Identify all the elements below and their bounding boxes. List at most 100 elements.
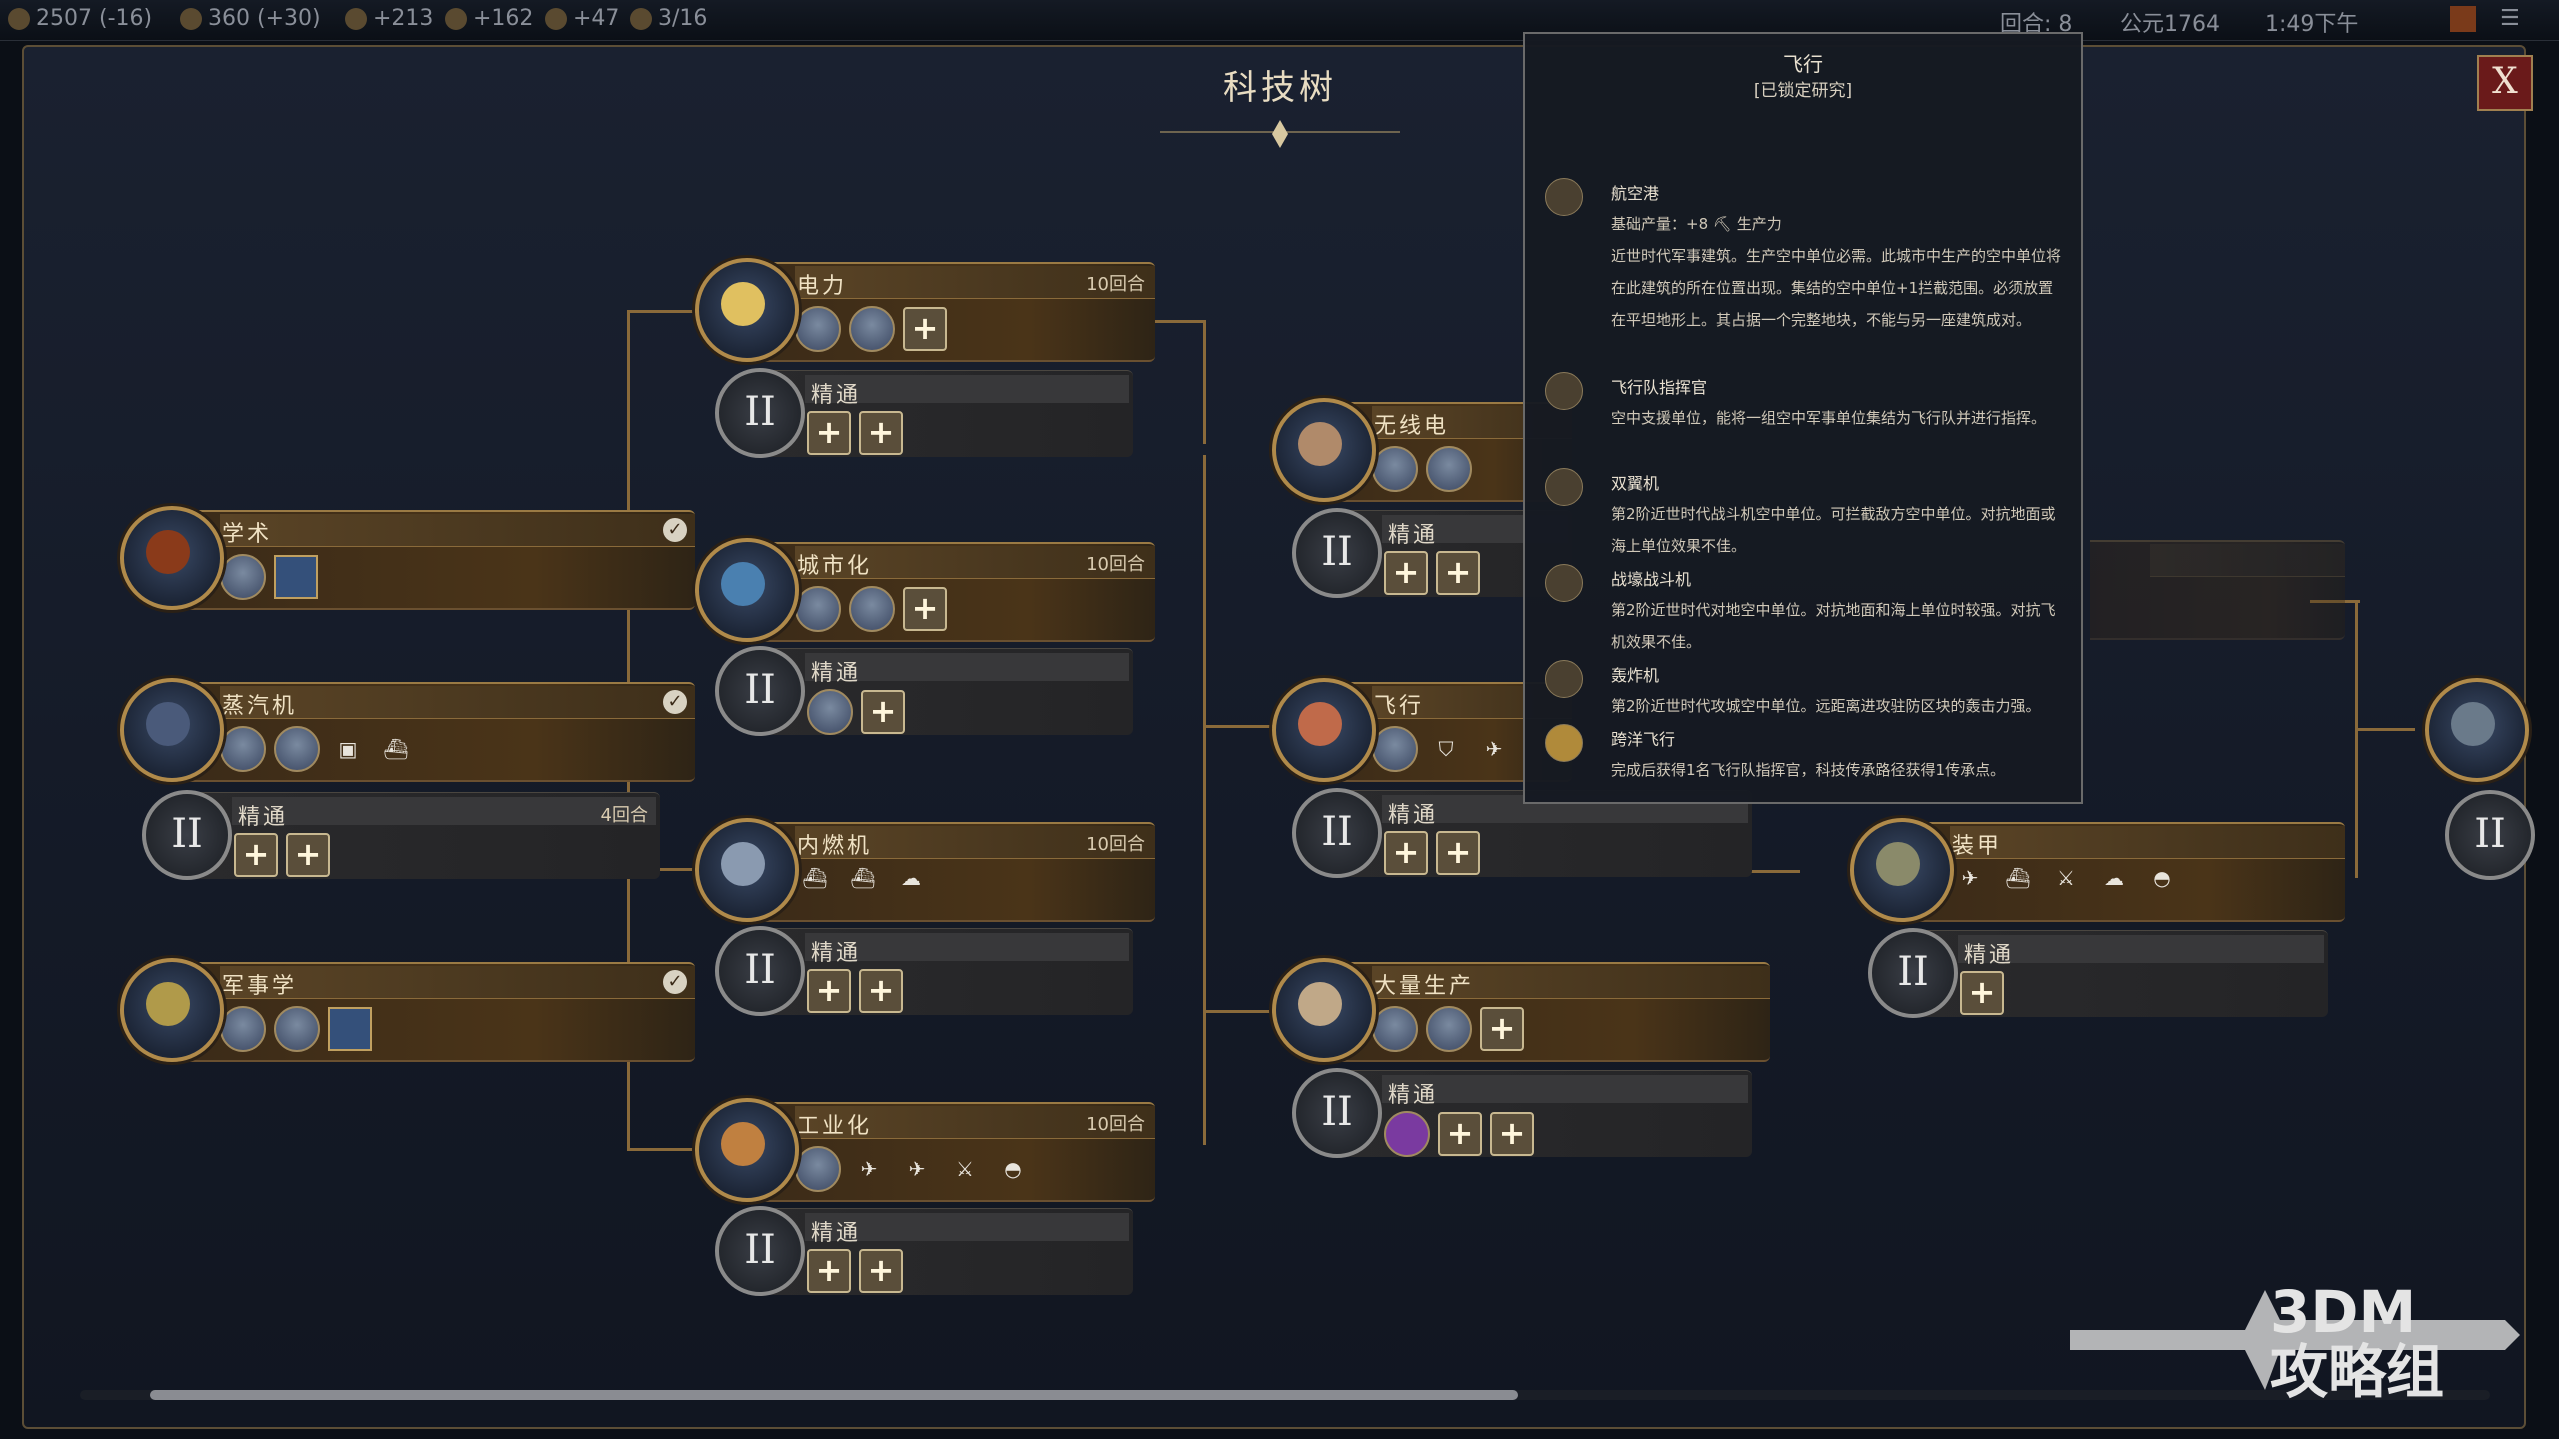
tech-name: 城市化 [797, 554, 873, 579]
building-icon[interactable] [795, 586, 841, 632]
mastery-label: 精通 [1388, 803, 1439, 828]
bonus-plus-icon[interactable]: + [1436, 551, 1480, 595]
building-icon[interactable] [274, 726, 320, 772]
battleship-icon[interactable]: ⛴ [795, 866, 835, 890]
connector [1203, 320, 1206, 444]
bonus-plus-icon[interactable]: + [807, 969, 851, 1013]
lightbulb-icon [695, 258, 799, 362]
building-icon[interactable] [220, 726, 266, 772]
building-icon[interactable] [795, 1146, 841, 1192]
tank-icon[interactable]: ☁ [2094, 866, 2134, 890]
cities-resource[interactable]: 3/16 [630, 6, 707, 31]
science-icon [180, 7, 202, 30]
tech-tooltip: 飞行 [已锁定研究] 航空港 基础产量：+8 ⛏ 生产力 近世时代军事建筑。生产… [1523, 32, 2083, 804]
steam-engine-icon [120, 678, 224, 782]
bonus-plus-icon[interactable]: + [1480, 1007, 1524, 1051]
factory-icon [695, 1098, 799, 1202]
tech-name: 装甲 [1952, 834, 2003, 859]
connector [1203, 1010, 1273, 1013]
bonus-plus-icon[interactable]: + [859, 969, 903, 1013]
gem-icon[interactable] [1384, 1111, 1430, 1157]
bonus-plus-icon[interactable]: + [903, 587, 947, 631]
mastery-label: 精通 [811, 1221, 862, 1246]
bonus-plus-icon[interactable]: + [859, 411, 903, 455]
bonus-plus-icon[interactable]: + [807, 1249, 851, 1293]
building-icon[interactable] [220, 554, 266, 600]
ship-unit-icon[interactable]: ⛴ [1998, 866, 2038, 890]
researched-check-icon: ✓ [663, 690, 687, 714]
biplane-icon[interactable]: ✈ [1474, 737, 1514, 761]
mastery-numeral: II [142, 790, 232, 880]
food-resource[interactable]: +47 [545, 6, 619, 31]
bonus-plus-icon[interactable]: + [859, 1249, 903, 1293]
helmet-icon[interactable]: ◓ [993, 1157, 1033, 1181]
faith-resource[interactable]: +213 [345, 6, 433, 31]
tech-name: 蒸汽机 [222, 694, 298, 719]
building-icon[interactable] [1372, 1006, 1418, 1052]
entry-name: 战壕战斗机 [1611, 570, 1692, 589]
bonus-plus-icon[interactable]: + [234, 833, 278, 877]
menu-icon[interactable]: ☰ [2500, 6, 2520, 31]
transoceanic-icon [1545, 724, 1583, 762]
building-icon[interactable] [849, 306, 895, 352]
bonus-plus-icon[interactable]: + [1438, 1112, 1482, 1156]
mastery-label: 精通 [1388, 1083, 1439, 1108]
bonus-plus-icon[interactable]: + [1960, 971, 2004, 1015]
clock-display: 1:49下午 [2265, 12, 2359, 37]
building-icon[interactable] [1372, 446, 1418, 492]
wonder-icon[interactable] [328, 1007, 372, 1051]
help-icon[interactable] [2450, 6, 2476, 32]
culture-resource[interactable]: +162 [445, 6, 533, 31]
mastery-numeral: II [715, 368, 805, 458]
bonus-plus-icon[interactable]: + [1384, 831, 1428, 875]
bonus-plus-icon[interactable]: + [1384, 551, 1428, 595]
gold-resource[interactable]: 2507 (-16) [8, 6, 152, 31]
bonus-plus-icon[interactable]: + [903, 307, 947, 351]
squadron-icon [1545, 372, 1583, 410]
scrollbar-thumb[interactable] [150, 1390, 1518, 1400]
close-button[interactable]: X [2477, 55, 2533, 111]
building-icon[interactable] [274, 1006, 320, 1052]
ship-unit-icon[interactable]: ⛴ [376, 737, 416, 761]
building-icon[interactable] [1372, 726, 1418, 772]
building-icon[interactable] [849, 586, 895, 632]
mastery-numeral: II [1292, 1068, 1382, 1158]
mastery-numeral: II [1292, 508, 1382, 598]
helmet-icon[interactable]: ◓ [2142, 866, 2182, 890]
mastery-numeral: II [1868, 928, 1958, 1018]
bonus-plus-icon[interactable]: + [1490, 1112, 1534, 1156]
mastery-label: 精通 [1388, 523, 1439, 548]
mastery-numeral: II [1292, 788, 1382, 878]
fighter-plane-icon[interactable]: ✈ [1950, 866, 1990, 890]
bonus-plus-icon[interactable]: + [286, 833, 330, 877]
title-ornament [1160, 120, 1400, 148]
building-icon[interactable] [220, 1006, 266, 1052]
year-display: 公元1764 [2120, 12, 2220, 37]
infantry-icon[interactable]: ⚔ [2046, 866, 2086, 890]
mastery-label: 精通 [811, 661, 862, 686]
building-icon[interactable] [1426, 446, 1472, 492]
tank-icon[interactable]: ☁ [891, 866, 931, 890]
building-icon[interactable] [795, 306, 841, 352]
bonus-plus-icon[interactable]: + [861, 690, 905, 734]
crate-icon [1272, 958, 1376, 1062]
fighter-icon [1545, 564, 1583, 602]
cannon-icon[interactable]: ✈ [897, 1157, 937, 1181]
shield-icon[interactable]: ⛉ [1426, 737, 1466, 761]
connector [1150, 320, 1206, 323]
building-icon[interactable] [807, 689, 853, 735]
turns-remaining: 10回合 [1086, 834, 1145, 855]
bonus-plus-icon[interactable]: + [807, 411, 851, 455]
artillery-icon[interactable]: ✈ [849, 1157, 889, 1181]
researched-check-icon: ✓ [663, 970, 687, 994]
gold-icon [8, 7, 30, 30]
rifle-icon[interactable]: ⚔ [945, 1157, 985, 1181]
wonder-icon[interactable] [274, 555, 318, 599]
bonus-plus-icon[interactable]: + [1436, 831, 1480, 875]
building-icon[interactable] [1426, 1006, 1472, 1052]
science-resource[interactable]: 360 (+30) [180, 6, 321, 31]
tank-tech-icon [1850, 818, 1954, 922]
top-resource-bar: 2507 (-16) 360 (+30) +213 +162 +47 3/16 … [0, 0, 2559, 41]
cruiser-icon[interactable]: ⛴ [843, 866, 883, 890]
train-unit-icon[interactable]: ▣ [328, 737, 368, 761]
